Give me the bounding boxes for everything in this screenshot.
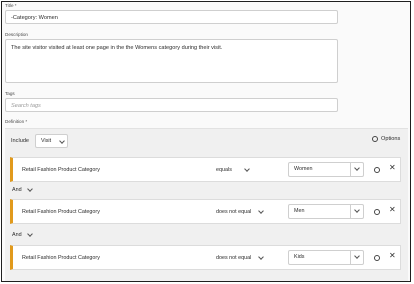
chevron-down-icon — [354, 253, 360, 259]
include-context-value: Visit — [41, 138, 52, 144]
description-value: The site visitor visited at least one pa… — [11, 45, 223, 51]
rule-operator-select[interactable]: does not equal — [216, 209, 251, 215]
tags-label: Tags — [5, 91, 15, 96]
rule-row-3: Retail Fashion Product Category does not… — [10, 245, 401, 270]
rule-value-select[interactable]: Kids — [288, 250, 364, 265]
rule-value: Men — [294, 208, 305, 214]
include-label: Include — [11, 138, 30, 144]
gear-icon[interactable] — [374, 167, 380, 173]
rule-operator-select[interactable]: equals — [216, 167, 232, 173]
options-label: Options — [381, 136, 401, 142]
chevron-down-icon — [258, 254, 264, 260]
close-icon[interactable]: ✕ — [389, 251, 396, 260]
title-field[interactable]: -Category: Women — [5, 10, 338, 24]
rule-dimension: Retail Fashion Product Category — [22, 167, 100, 173]
title-value: -Category: Women — [11, 14, 58, 21]
rule-value: Kids — [294, 254, 305, 260]
rule-value-select[interactable]: Women — [288, 162, 364, 177]
description-label: Description — [5, 32, 28, 37]
tags-placeholder: Search tags — [11, 102, 41, 109]
definition-label: Definition * — [5, 119, 28, 124]
description-field[interactable]: The site visitor visited at least one pa… — [5, 39, 338, 83]
rule-value: Women — [294, 166, 313, 172]
options-button[interactable]: Options — [372, 136, 400, 142]
gear-icon[interactable] — [374, 209, 380, 215]
chevron-down-icon — [59, 138, 65, 144]
gear-icon[interactable] — [374, 255, 380, 261]
and-connector-2[interactable]: And — [12, 232, 22, 238]
chevron-down-icon — [354, 165, 360, 171]
rule-value-select[interactable]: Men — [288, 204, 364, 219]
chevron-down-icon — [258, 208, 264, 214]
close-icon[interactable]: ✕ — [389, 205, 396, 214]
rule-row-1: Retail Fashion Product Category equals W… — [10, 157, 401, 182]
rule-row-2: Retail Fashion Product Category does not… — [10, 199, 401, 224]
include-context-select[interactable]: Visit — [35, 134, 68, 148]
close-icon[interactable]: ✕ — [389, 163, 396, 172]
rule-dimension: Retail Fashion Product Category — [22, 255, 100, 261]
and-connector-1[interactable]: And — [12, 187, 22, 193]
rule-dimension: Retail Fashion Product Category — [22, 209, 100, 215]
rule-operator-select[interactable]: does not equal — [216, 255, 251, 261]
chevron-down-icon — [354, 207, 360, 213]
title-label: Title * — [5, 3, 17, 8]
tags-search-input[interactable]: Search tags — [5, 98, 338, 112]
gear-icon — [372, 136, 378, 142]
chevron-down-icon — [244, 166, 250, 172]
